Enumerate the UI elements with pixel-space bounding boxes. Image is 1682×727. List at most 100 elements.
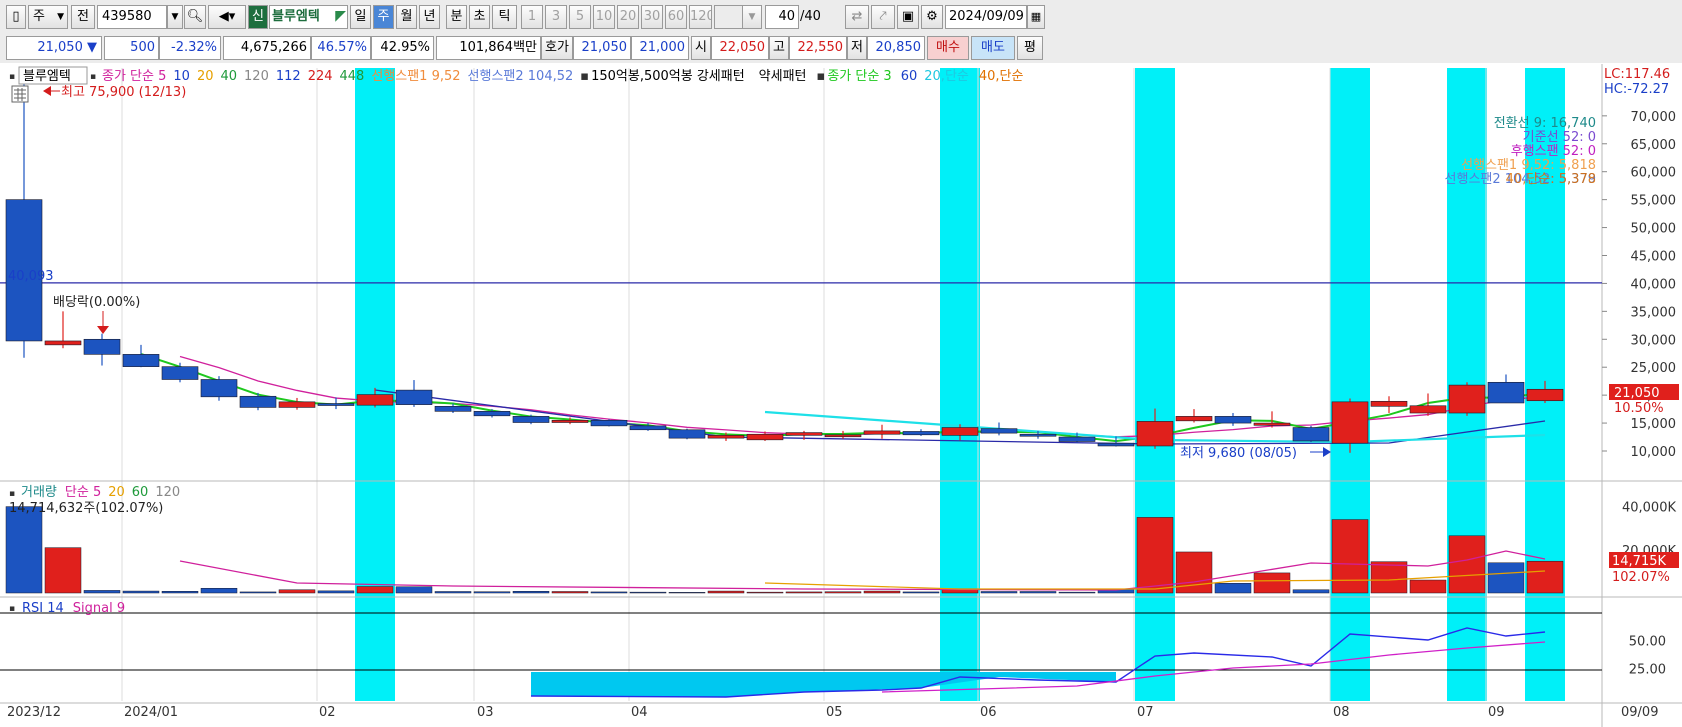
x-label: 07 <box>1137 705 1154 720</box>
flat-button[interactable]: 평 <box>1017 36 1043 60</box>
x-label: 06 <box>980 705 997 720</box>
stock-chart[interactable]: 10,00015,00020,00025,00030,00035,00040,0… <box>0 63 1682 727</box>
tab-daily[interactable]: 일 <box>350 5 371 29</box>
candle-body <box>863 430 901 435</box>
highlight-band <box>940 68 980 701</box>
sell-button[interactable]: 매도 <box>971 36 1015 60</box>
interval-30[interactable]: 30 <box>641 5 663 29</box>
y-tick-label: 55,000 <box>1631 194 1677 209</box>
trade-amount: 101,864백만 <box>436 36 541 60</box>
rsi-toggle-icon[interactable]: ▪ <box>9 604 15 614</box>
trend-icon[interactable]: ⤤ <box>871 5 895 29</box>
volume-bar <box>668 592 706 594</box>
tab-minute[interactable]: 분 <box>446 5 467 29</box>
candle-body <box>668 429 706 439</box>
y-tick-label: 50,000 <box>1631 222 1677 237</box>
volume-bar <box>1214 583 1252 594</box>
gear-icon[interactable]: ⚙ <box>921 5 943 29</box>
x-label: 08 <box>1333 705 1350 720</box>
search-icon[interactable]: 🔍︎ <box>184 5 206 29</box>
volume-bar <box>1331 519 1369 594</box>
candle-body <box>746 433 784 441</box>
interval-1[interactable]: 1 <box>521 5 543 29</box>
price-tag: 21,050 <box>1614 386 1660 401</box>
volume-bar <box>629 591 667 594</box>
volume-ma-60: 60 <box>132 485 149 500</box>
y-tick-label: 35,000 <box>1631 305 1677 320</box>
stock-code-input[interactable]: 439580 <box>97 5 167 29</box>
volume-bar <box>902 591 940 594</box>
interval-3[interactable]: 3 <box>545 5 567 29</box>
stock-name-field[interactable]: 블루엠텍 ◤ <box>269 5 348 29</box>
compare-icon[interactable]: ⇄ <box>845 5 869 29</box>
window-menu-icon[interactable]: ▯ <box>6 5 26 29</box>
period-select[interactable]: 주 ▼ <box>28 5 68 29</box>
volume-bar <box>707 590 745 594</box>
tab-weekly[interactable]: 주 <box>373 5 394 29</box>
legend-span1: 선행스팬1 9,52 <box>371 68 460 84</box>
y-tick-label: 10,000 <box>1631 445 1677 460</box>
volume-bar <box>824 591 862 594</box>
volume-bar <box>200 587 238 594</box>
dividend-annotation: 배당락(0.00%) <box>53 295 140 310</box>
y-tick-label: 60,000 <box>1631 166 1677 181</box>
candle-body <box>980 428 1018 434</box>
legend-ma-title: 종가 단순 5 <box>102 69 166 84</box>
high-price: 22,550 <box>789 36 847 60</box>
x-label: 03 <box>477 705 494 720</box>
candle-body <box>590 419 628 427</box>
open-label: 시 <box>691 36 711 60</box>
volume-bar <box>1058 591 1096 594</box>
volume-bar <box>1487 562 1525 594</box>
legend-marker-icon: ▪ <box>90 72 96 82</box>
corner-marker-icon: ◤ <box>335 8 346 24</box>
interval-10[interactable]: 10 <box>593 5 615 29</box>
low-price: 20,850 <box>867 36 925 60</box>
volume-bar <box>317 590 355 594</box>
panel-toggle-icon[interactable]: ▪ <box>9 72 15 82</box>
candle-body <box>1370 400 1408 407</box>
x-label: 2024/01 <box>124 705 178 720</box>
volume-bar <box>5 506 43 594</box>
candle-body <box>824 434 862 438</box>
y-tick-label: 45,000 <box>1631 249 1677 264</box>
interval-120[interactable]: 120 <box>689 5 712 29</box>
tab-yearly[interactable]: 년 <box>419 5 440 29</box>
legend-pattern-weak: 약세패턴 <box>759 69 807 84</box>
candle-body <box>1019 433 1057 437</box>
date-input[interactable]: 2024/09/09 <box>945 5 1027 29</box>
volume-bar <box>83 590 121 594</box>
interval-5[interactable]: 5 <box>569 5 591 29</box>
tab-monthly[interactable]: 월 <box>396 5 417 29</box>
calendar-icon[interactable]: ▦ <box>1027 5 1045 29</box>
rsi-tick-label: 25.00 <box>1629 662 1666 677</box>
volume-bar <box>44 547 82 594</box>
legend-ma2-marker: ▪ <box>817 69 826 84</box>
x-label: 09 <box>1488 705 1505 720</box>
ichimoku-lagging: 후행스팬 52: 0 <box>1511 143 1596 159</box>
code-dropdown-chevron-icon[interactable]: ▼ <box>167 5 183 29</box>
mode-button[interactable]: 전 <box>71 5 95 29</box>
volume-bar <box>278 589 316 594</box>
volume-info: 14,714,632주(102.07%) <box>9 501 163 516</box>
ichimoku-base: 기준선 52: 0 <box>1523 130 1596 145</box>
candle-body <box>473 411 511 417</box>
tab-second[interactable]: 초 <box>469 5 490 29</box>
save-icon[interactable]: ▣ <box>897 5 919 29</box>
candle-body <box>1409 405 1447 414</box>
speaker-icon[interactable]: ◀▾ <box>208 5 246 29</box>
y-tick-label: 65,000 <box>1631 138 1677 153</box>
volume-legend: 거래량 단순 5 20 60 120 <box>21 485 180 500</box>
buy-button[interactable]: 매수 <box>927 36 969 60</box>
ask-price-1: 21,050 <box>573 36 631 60</box>
interval-60[interactable]: 60 <box>665 5 687 29</box>
legend-ma2-title: 종가 단순 3 <box>827 69 891 84</box>
volume-toggle-icon[interactable]: ▪ <box>9 489 15 499</box>
count-input[interactable]: 40 <box>765 5 799 29</box>
custom-interval-chevron-icon[interactable]: ▼ <box>742 5 762 29</box>
candle-body <box>1214 416 1252 424</box>
interval-20[interactable]: 20 <box>617 5 639 29</box>
tab-tick[interactable]: 틱 <box>492 5 517 29</box>
legend-ma2-60: 60 <box>901 69 918 84</box>
volume-ma-20: 20 <box>108 485 125 500</box>
